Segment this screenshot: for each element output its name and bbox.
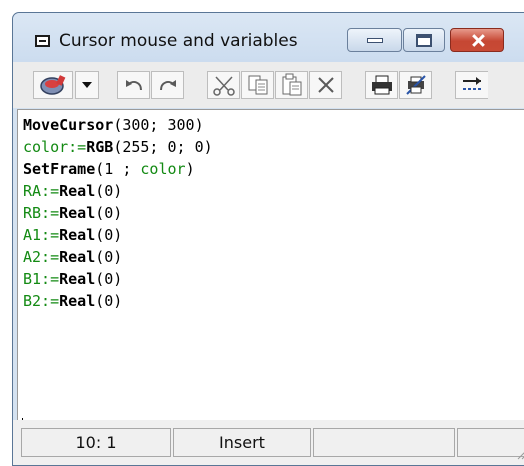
code-line: SetFrame(1 ; color) [23,158,195,180]
keyword: Real [59,292,96,310]
keyword: SetFrame [23,160,96,178]
print-icon [371,75,392,95]
variable-assign: B2:= [23,292,60,310]
print-setup-icon [405,75,426,95]
keyword: RGB [86,138,114,156]
variable-assign: RB:= [23,204,60,222]
redo-icon [159,80,176,91]
window-icon[interactable] [35,35,50,47]
variable-assign: A2:= [23,248,60,266]
variable-assign: A1:= [23,226,60,244]
delete-button[interactable] [309,71,342,99]
code-text: (255; 0; 0) [113,138,213,156]
paste-button[interactable] [275,71,308,99]
code-line: RB:=Real(0) [23,202,122,224]
keyword: Real [59,182,96,200]
cut-icon [212,76,235,96]
resize-grip-icon[interactable] [515,448,524,460]
variable-assign: RA:= [23,182,60,200]
code-text: (300; 300) [113,116,204,134]
window-title: Cursor mouse and variables [59,31,298,51]
copy-icon [248,75,267,95]
code-text: (0) [95,270,123,288]
cut-button[interactable] [207,71,240,99]
edit-mode: Insert [173,428,311,457]
toolbar [13,62,524,108]
undo-icon [125,80,142,91]
print-setup-button[interactable] [399,71,432,99]
variable-assign: B1:= [23,270,60,288]
status-bar: 10: 1 Insert [13,420,524,465]
code-line: color:=RGB(255; 0; 0) [23,136,213,158]
code-line: MoveCursor(300; 300) [23,114,204,136]
more-button[interactable] [455,71,488,99]
code-text: ) [185,160,195,178]
print-button[interactable] [365,71,398,99]
paste-icon [282,73,301,96]
dropdown-arrow-icon [82,82,92,88]
redo-button[interactable] [151,71,184,99]
variable-ref: color [140,160,186,178]
undo-button[interactable] [117,71,150,99]
code-text: (0) [95,226,123,244]
minimize-button[interactable] [347,28,402,52]
editor-window: Cursor mouse and variables MoveCursor(30… [12,12,524,466]
keyword: Real [59,248,96,266]
status-panel-empty [313,428,455,457]
keyword: Real [59,226,96,244]
variable-assign: color:= [23,138,87,156]
cursor-position: 10: 1 [21,428,171,457]
delete-icon [317,77,334,93]
code-line: A1:=Real(0) [23,224,122,246]
code-text: (0) [95,182,123,200]
run-dropdown-button[interactable] [75,71,99,99]
keyword: Real [59,270,96,288]
code-text: (0) [95,204,123,222]
code-line: A2:=Real(0) [23,246,122,268]
copy-button[interactable] [241,71,274,99]
code-line: RA:=Real(0) [23,180,122,202]
code-text: (0) [95,292,123,310]
code-text: (1 ; [95,160,141,178]
close-button[interactable] [450,28,504,52]
code-editor[interactable]: MoveCursor(300; 300) color:=RGB(255; 0; … [17,109,524,437]
keyword: Real [59,204,96,222]
more-icon [463,77,481,90]
code-text: (0) [95,248,123,266]
code-line: B2:=Real(0) [23,290,122,312]
maximize-button[interactable] [403,28,445,52]
keyword: MoveCursor [23,116,114,134]
run-icon [40,75,66,95]
status-panel-empty [457,428,524,457]
code-line: B1:=Real(0) [23,268,122,290]
run-button[interactable] [33,71,73,99]
